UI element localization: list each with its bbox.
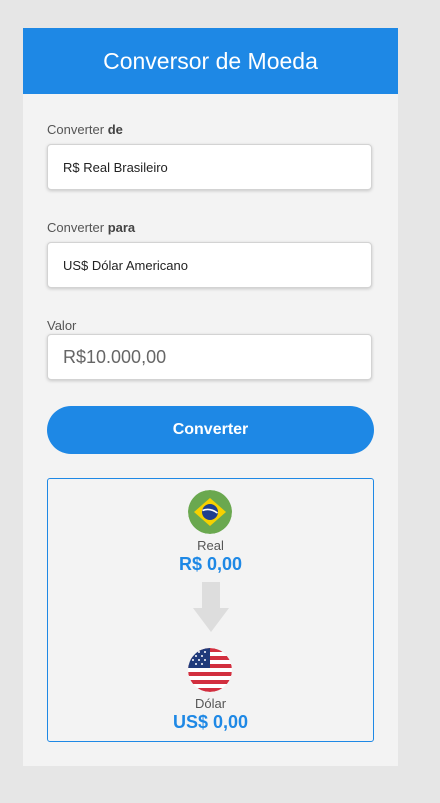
page-title: Conversor de Moeda: [103, 47, 318, 74]
result-panel: Real R$ 0,00 Dólar US$ 0,00: [47, 478, 374, 742]
from-currency-name: Real: [197, 538, 224, 553]
from-currency-select[interactable]: R$ Real Brasileiro: [47, 144, 372, 190]
arrow-down-icon: [193, 582, 229, 637]
convert-button[interactable]: Converter: [47, 406, 374, 454]
header: Conversor de Moeda: [23, 28, 398, 94]
to-label: Converter para: [47, 220, 136, 235]
to-currency-name: Dólar: [194, 696, 227, 711]
converter-card: Conversor de Moeda Converter de R$ Real …: [23, 28, 398, 766]
amount-input[interactable]: [47, 334, 372, 380]
usa-flag-icon: [188, 648, 232, 692]
amount-label: Valor: [47, 318, 77, 333]
brazil-flag-icon: [188, 490, 232, 534]
to-currency-amount: US$ 0,00: [172, 712, 249, 732]
to-currency-select[interactable]: US$ Dólar Americano: [47, 242, 372, 288]
from-currency-amount: R$ 0,00: [178, 554, 243, 574]
from-label: Converter de: [47, 122, 123, 137]
